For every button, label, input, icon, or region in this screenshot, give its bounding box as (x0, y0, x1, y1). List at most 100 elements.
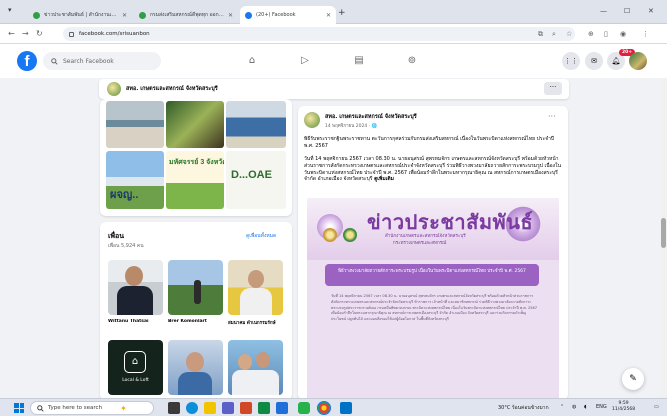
marketplace-icon[interactable]: ▤ (351, 53, 367, 69)
home-icon[interactable]: ⌂ (244, 53, 260, 69)
more-options-button[interactable]: ··· (544, 82, 562, 95)
reload-icon[interactable]: ↻ (36, 28, 43, 40)
menu-grid-icon[interactable]: ⋮⋮ (562, 52, 580, 70)
friend-photo[interactable] (168, 340, 223, 395)
close-window-icon[interactable]: ✕ (648, 7, 654, 15)
page-scrollbar[interactable] (660, 78, 667, 398)
post-date[interactable]: 14 พฤศจิกายน 2024 · 🌐 (325, 122, 377, 129)
favicon-icon (139, 11, 146, 19)
back-icon[interactable]: ← (8, 28, 15, 40)
search-placeholder: Search Facebook (63, 57, 114, 65)
close-tab-icon[interactable]: ✕ (228, 12, 233, 19)
account-avatar[interactable] (629, 52, 647, 70)
friend-photo[interactable] (168, 260, 223, 315)
post-author[interactable]: สทอ. เกษตรและสหกรณ์ จังหวัดสระบุรี (325, 113, 417, 121)
browser-menu-icon[interactable]: ⋮ (642, 29, 649, 39)
minimize-icon[interactable]: — (600, 7, 607, 15)
emblem-icon (323, 228, 337, 242)
tile-label: Local & Loft (122, 378, 149, 383)
search-icon (51, 57, 58, 65)
translate-icon[interactable]: ⧉ (538, 29, 543, 39)
teams-icon[interactable] (222, 402, 234, 414)
friend-photo[interactable] (228, 260, 283, 315)
app-icon[interactable] (258, 402, 270, 414)
browser-tab-1[interactable]: ข่าวประชาสัมพันธ์ | สำนักงานเกษตร... ✕ (28, 6, 132, 24)
gaming-icon[interactable]: ⊚ (404, 53, 420, 69)
friend-photo[interactable] (228, 340, 283, 395)
bookmark-star-icon[interactable]: ☆ (566, 29, 572, 39)
photo-thumbnail[interactable] (166, 101, 224, 148)
edge-icon[interactable] (186, 402, 198, 414)
promo-document-text: วันที่ 14 พฤศจิกายน 2567 เวลา 08.30 น. น… (331, 294, 538, 322)
taskbar-clock[interactable]: 9:59 11/4/2568 (612, 401, 635, 413)
task-view-icon[interactable] (168, 402, 180, 414)
profile-icon[interactable]: ◉ (620, 29, 626, 39)
friends-title: เพื่อน (108, 232, 124, 240)
friend-name[interactable]: Brer Komonlart (168, 319, 228, 324)
close-tab-icon[interactable]: ✕ (326, 12, 331, 19)
chrome-icon[interactable] (317, 401, 331, 415)
tab-title: (20+) Facebook (256, 12, 296, 18)
mail-icon[interactable] (276, 402, 288, 414)
tab-title: กรมส่งเสริมสหกรณ์ดีพุดทุก ออกใหม่... (150, 12, 224, 18)
line-icon[interactable] (298, 402, 310, 414)
new-tab-button[interactable]: + (338, 9, 346, 18)
search-icon (37, 404, 44, 412)
see-more-link[interactable]: ดูเพิ่มเติม (374, 176, 394, 182)
post-image[interactable]: ข่าวประชาสัมพันธ์ สำนักงานเกษตรและสหกรณ์… (307, 198, 559, 400)
address-bar[interactable]: facebook.com/srisuanbon (63, 27, 575, 41)
post-options-icon[interactable]: ··· (548, 112, 556, 121)
photo-thumbnail[interactable]: มหัศจรรย์ 3 จังหวัด (166, 151, 224, 209)
page-header-bar: สทอ. เกษตรและสหกรณ์ จังหวัดสระบุรี ··· (99, 79, 569, 99)
extension-icon[interactable]: ⊕ (588, 29, 594, 39)
friend-name[interactable]: สมนาคม ดำเนกรรมรักษ์ (228, 319, 288, 326)
file-explorer-icon[interactable] (204, 402, 216, 414)
local-loft-logo-icon: ⌂ (124, 351, 146, 373)
page-avatar[interactable] (107, 82, 121, 96)
network-icon[interactable]: ◍ (572, 404, 576, 410)
promo-subtitle-2: กระทรวงเกษตรและสหกรณ์ (393, 241, 447, 246)
facebook-search-input[interactable]: Search Facebook (43, 52, 161, 70)
weather-status[interactable]: 30°C ร้อนค่อนข้างมาก (498, 404, 549, 412)
emblem-icon (343, 228, 357, 242)
friend-photo[interactable]: ⌂ Local & Loft (108, 340, 163, 395)
powerpoint-icon[interactable] (240, 402, 252, 414)
forward-icon[interactable]: → (22, 28, 29, 40)
friend-name[interactable]: Wittanu Thatsai (108, 319, 168, 324)
language-indicator[interactable]: ENG (596, 404, 607, 410)
photo-thumbnail[interactable] (106, 101, 164, 148)
photo-thumbnail[interactable] (226, 101, 286, 148)
video-icon[interactable]: ▷ (297, 53, 313, 69)
friend-photo[interactable] (108, 260, 163, 315)
photo-thumbnail[interactable]: D...OAE (226, 151, 286, 209)
close-tab-icon[interactable]: ✕ (122, 12, 127, 19)
zoom-icon[interactable]: ⌕ (552, 29, 556, 39)
site-info-icon[interactable] (69, 31, 74, 37)
facebook-logo[interactable]: f (17, 51, 37, 71)
browser-tab-2[interactable]: กรมส่งเสริมสหกรณ์ดีพุดทุก ออกใหม่... ✕ (134, 6, 238, 24)
tray-chevron-icon[interactable]: ⌃ (560, 404, 564, 410)
new-message-icon[interactable]: ✎ (622, 368, 644, 390)
sidebar-icon[interactable]: ▯ (604, 29, 608, 39)
photo-thumbnail[interactable]: ผจญ.. (106, 151, 164, 209)
screen: ข่าวประชาสัมพันธ์ | สำนักงานเกษตร... ✕ ก… (0, 0, 667, 416)
taskbar-search-input[interactable]: Type here to search ✦ (30, 401, 154, 415)
clock-date: 11/4/2568 (612, 407, 636, 412)
browser-tab-facebook[interactable]: (20+) Facebook ✕ (240, 6, 336, 24)
messenger-icon[interactable]: ✉ (585, 52, 603, 70)
maximize-icon[interactable]: ☐ (624, 7, 630, 15)
promo-title-bar: พิธีวางพวงมาลัยถวายสักการะพระบรมรูป เนื่… (325, 264, 539, 286)
page-name[interactable]: สทอ. เกษตรและสหกรณ์ จังหวัดสระบุรี (126, 85, 218, 93)
windows-start-icon[interactable] (14, 403, 24, 413)
browser-tab-strip: ข่าวประชาสัมพันธ์ | สำนักงานเกษตร... ✕ ก… (0, 0, 667, 24)
volume-icon[interactable]: ◖ (584, 404, 587, 410)
photo-caption: มหัศจรรย์ 3 จังหวัด (169, 159, 224, 166)
scrollbar-thumb[interactable] (661, 218, 666, 248)
post-author-avatar[interactable] (304, 112, 320, 128)
see-all-friends-link[interactable]: ดูเพื่อนทั้งหมด (246, 232, 276, 240)
post-body: วันที่ 14 พฤศจิกายน 2567 เวลา 08.30 น. น… (304, 156, 562, 183)
word-icon[interactable] (340, 402, 352, 414)
tab-menu-icon[interactable]: ▾ (8, 6, 12, 14)
notification-center-icon[interactable]: ▭ (654, 404, 659, 410)
promo-subtitle-1: สำนักงานเกษตรและสหกรณ์จังหวัดสระบุรี (385, 234, 466, 239)
